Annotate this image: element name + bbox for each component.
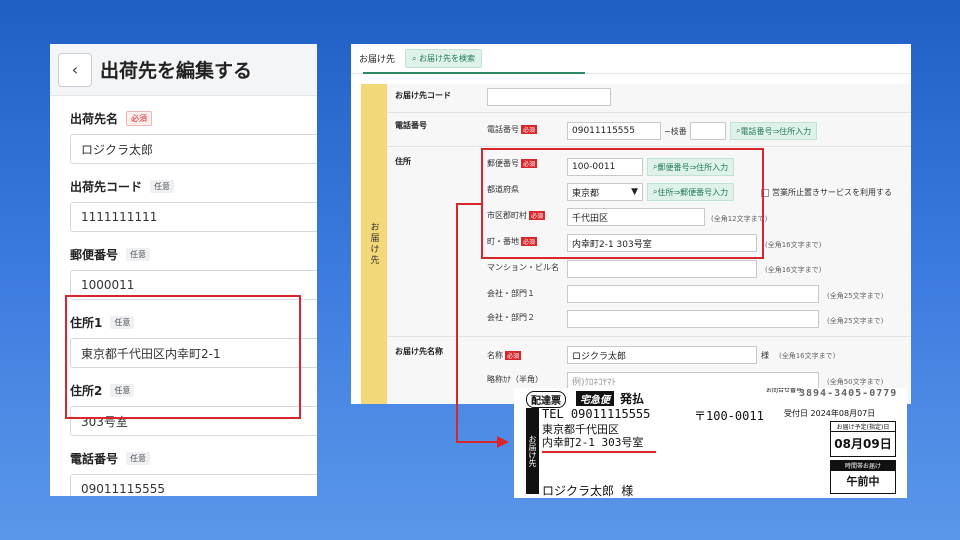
chevron-left-icon: ‹ xyxy=(71,60,79,79)
phone-number-input[interactable]: 09011115555 xyxy=(567,122,661,140)
arrow-head-icon xyxy=(497,436,509,448)
company1-input[interactable] xyxy=(567,285,819,303)
company1-hint: (全角25文字まで) xyxy=(827,292,884,300)
label-address-line2: 内幸町2-1 303号室 xyxy=(542,436,644,449)
label-recipient-name: ロジクラ太郎 様 xyxy=(542,484,634,498)
tab-underline xyxy=(363,72,585,74)
optional-badge: 任意 xyxy=(150,179,175,193)
label-slip-title: 配達票 xyxy=(526,391,566,408)
company2-hint: (全角25文字まで) xyxy=(827,317,884,325)
row-label-name: お届け先名称 xyxy=(395,347,443,356)
name-sublabel-text: 名称 xyxy=(487,351,503,360)
label-recipient-side: お届け先 xyxy=(526,408,539,494)
company2-sublabel: 会社・部門２ xyxy=(487,313,535,322)
optional-badge: 任意 xyxy=(126,247,151,261)
label-service-logo: 宅急便 xyxy=(576,391,614,406)
row-divider xyxy=(387,112,911,113)
town-hint: (全角16文字まで) xyxy=(765,241,822,249)
required-mini-badge: 必須 xyxy=(505,351,522,360)
phone-to-address-label: 電話番号⇒住所入力 xyxy=(740,126,812,136)
label-side-text: お届け先 xyxy=(528,435,537,467)
shipping-label-preview: 配達票 宅急便 発払 お問合せ番号 3894-3405-0779 お届け先 TE… xyxy=(514,388,907,498)
row-label-address: 住所 xyxy=(395,157,411,166)
label-zip: 〒100-0011 xyxy=(694,409,764,423)
row-divider xyxy=(387,146,911,147)
honorific-label: 様 xyxy=(761,351,769,360)
address-highlight-box xyxy=(65,295,301,419)
label-time-slot-value: 午前中 xyxy=(846,475,880,488)
search-delivery-button[interactable]: ⌕ お届け先を検索 xyxy=(405,49,483,68)
label-delivery-date-title: お届け予定(指定)日 xyxy=(831,422,895,432)
label-payment-type: 発払 xyxy=(620,392,645,406)
side-label-text: お届け先 xyxy=(368,222,379,266)
field-shipping-code: 出荷先コード 任意 1111111111 xyxy=(70,176,317,232)
field-label: 出荷先名 xyxy=(70,111,119,126)
edit-shipping-panel: ‹ 出荷先を編集する 出荷先名 必須 ロジクラ太郎 出荷先コード 任意 1111… xyxy=(50,44,317,496)
label-receipt-date: 受付日 2024年08月07日 xyxy=(784,409,876,418)
shipping-code-input[interactable]: 1111111111 xyxy=(70,202,317,232)
arrow-line xyxy=(456,203,458,443)
required-mini-badge: 必須 xyxy=(521,125,538,134)
tab-delivery[interactable]: お届け先 xyxy=(359,52,395,65)
row-divider xyxy=(387,336,911,337)
kana-hint: (全角50文字まで) xyxy=(827,378,884,386)
page-title: 出荷先を編集する xyxy=(100,60,253,82)
label-delivery-date-value: 08月09日 xyxy=(834,437,892,451)
arrow-line xyxy=(456,441,498,443)
required-badge: 必須 xyxy=(126,110,153,126)
back-button[interactable]: ‹ xyxy=(58,52,92,87)
company1-sublabel: 会社・部門１ xyxy=(487,289,535,298)
field-label: 電話番号 xyxy=(70,451,119,466)
label-address-underline xyxy=(542,451,656,453)
arrow-line xyxy=(456,203,483,205)
field-postal-code: 郵便番号 任意 1000011 xyxy=(70,244,317,300)
name-sublabel: 名称 必須 xyxy=(487,350,522,361)
row-label-code: お届け先コード xyxy=(395,91,451,100)
delivery-code-input[interactable] xyxy=(487,88,611,106)
search-delivery-label: お届け先を検索 xyxy=(419,54,476,63)
label-delivery-date-box: お届け予定(指定)日 08月09日 xyxy=(830,421,896,457)
phone-input[interactable]: 09011115555 xyxy=(70,474,317,496)
field-label: 出荷先コード xyxy=(70,179,143,194)
phone-to-address-button[interactable]: ⌕ 電話番号⇒住所入力 xyxy=(730,122,818,140)
section-side-label: お届け先 xyxy=(361,84,387,404)
field-shipping-name: 出荷先名 必須 ロジクラ太郎 xyxy=(70,108,317,164)
phone-sublabel: 電話番号 必須 xyxy=(487,124,538,135)
extension-label: −枝番 xyxy=(664,127,687,136)
label-tracking-number: 3894-3405-0779 xyxy=(799,388,898,399)
field-phone: 電話番号 任意 09011115555 xyxy=(70,448,317,496)
extension-input[interactable] xyxy=(690,122,726,140)
form-address-highlight-box xyxy=(481,148,764,259)
branch-pickup-checkbox[interactable]: 営業所止置きサービスを利用する xyxy=(761,187,892,198)
optional-badge: 任意 xyxy=(126,451,151,465)
row-label-phone: 電話番号 xyxy=(395,121,427,130)
mansion-input[interactable] xyxy=(567,260,757,278)
kana-sublabel: 略称ｶﾅ（半角） xyxy=(487,375,543,384)
panel-header: ‹ 出荷先を編集する xyxy=(50,44,317,96)
mansion-hint: (全角16文字まで) xyxy=(765,266,822,274)
label-time-slot-box: 時間帯お届け 午前中 xyxy=(830,460,896,494)
field-label: 郵便番号 xyxy=(70,247,119,262)
company2-input[interactable] xyxy=(567,310,819,328)
search-icon: ⌕ xyxy=(412,54,420,63)
label-tel: TEL 09011115555 xyxy=(542,407,651,421)
name-hint: (全角16文字まで) xyxy=(779,352,836,360)
phone-sublabel-text: 電話番号 xyxy=(487,125,519,134)
label-time-slot-title: 時間帯お届け xyxy=(831,461,895,471)
mansion-sublabel: マンション・ビル名 xyxy=(487,263,559,272)
shipping-name-input[interactable]: ロジクラ太郎 xyxy=(70,134,317,164)
branch-pickup-label: 営業所止置きサービスを利用する xyxy=(772,188,892,197)
label-tracking-caption: お問合せ番号 xyxy=(766,388,803,394)
recipient-name-input[interactable]: ロジクラ太郎 xyxy=(567,346,757,364)
